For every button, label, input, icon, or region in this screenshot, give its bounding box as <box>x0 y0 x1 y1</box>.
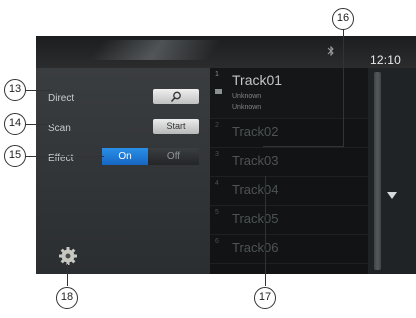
track-name: Track04 <box>232 182 279 197</box>
device-screen: 12:10 Direct Scan Effect Start On Off 1 <box>36 36 416 274</box>
direct-label: Direct <box>48 93 75 104</box>
status-bar: 12:10 <box>36 36 416 68</box>
track-item-1[interactable]: 1 Track01 Unknown Unknown <box>210 68 368 119</box>
now-playing-icon <box>215 89 222 94</box>
clock: 12:10 <box>370 53 402 67</box>
track-artist: Unknown <box>232 93 262 100</box>
track-name: Track01 <box>232 72 283 88</box>
track-album: Unknown <box>232 104 262 111</box>
callout-line-14 <box>25 124 52 125</box>
decorative-swoosh <box>88 40 224 60</box>
track-name: Track03 <box>232 153 279 168</box>
track-number: 6 <box>215 238 219 245</box>
scan-start-button[interactable]: Start <box>153 119 199 134</box>
track-number: 4 <box>215 180 219 187</box>
callout-line-17 <box>265 176 266 286</box>
track-name: Track05 <box>232 211 279 226</box>
track-item-4[interactable]: 4 Track04 <box>210 177 368 206</box>
track-item-2[interactable]: 2 Track02 <box>210 119 368 148</box>
track-number: 1 <box>215 71 219 78</box>
effect-on-toggle[interactable]: On <box>102 148 148 165</box>
track-item-3[interactable]: 3 Track03 <box>210 148 368 177</box>
callout-line-15 <box>25 156 104 157</box>
track-item-5[interactable]: 5 Track05 <box>210 206 368 235</box>
callout-13: 13 <box>4 79 26 101</box>
direct-search-button[interactable] <box>153 89 199 104</box>
effect-label: Effect <box>48 153 74 164</box>
callout-line-16b <box>263 146 344 147</box>
track-number: 2 <box>215 122 219 129</box>
track-name: Track06 <box>232 240 279 255</box>
effect-off-toggle[interactable]: Off <box>148 148 199 165</box>
list-scrollbar[interactable] <box>368 68 416 274</box>
callout-15: 15 <box>4 145 26 167</box>
bluetooth-icon <box>327 45 334 57</box>
search-icon <box>170 91 181 102</box>
chevron-down-icon[interactable] <box>387 192 397 199</box>
gear-icon[interactable] <box>58 246 78 266</box>
scroll-thumb[interactable] <box>374 72 381 270</box>
track-number: 5 <box>215 209 219 216</box>
callout-line-18 <box>67 264 68 286</box>
callout-17: 17 <box>254 287 276 309</box>
callout-line-13 <box>25 90 52 91</box>
callout-line-16 <box>343 29 344 146</box>
track-name: Track02 <box>232 124 279 139</box>
track-list: 1 Track01 Unknown Unknown 2 Track02 3 Tr… <box>210 68 368 274</box>
callout-14: 14 <box>4 113 26 135</box>
callout-18: 18 <box>56 287 78 309</box>
track-number: 3 <box>215 151 219 158</box>
track-item-6[interactable]: 6 Track06 <box>210 235 368 264</box>
callout-16: 16 <box>332 8 354 30</box>
